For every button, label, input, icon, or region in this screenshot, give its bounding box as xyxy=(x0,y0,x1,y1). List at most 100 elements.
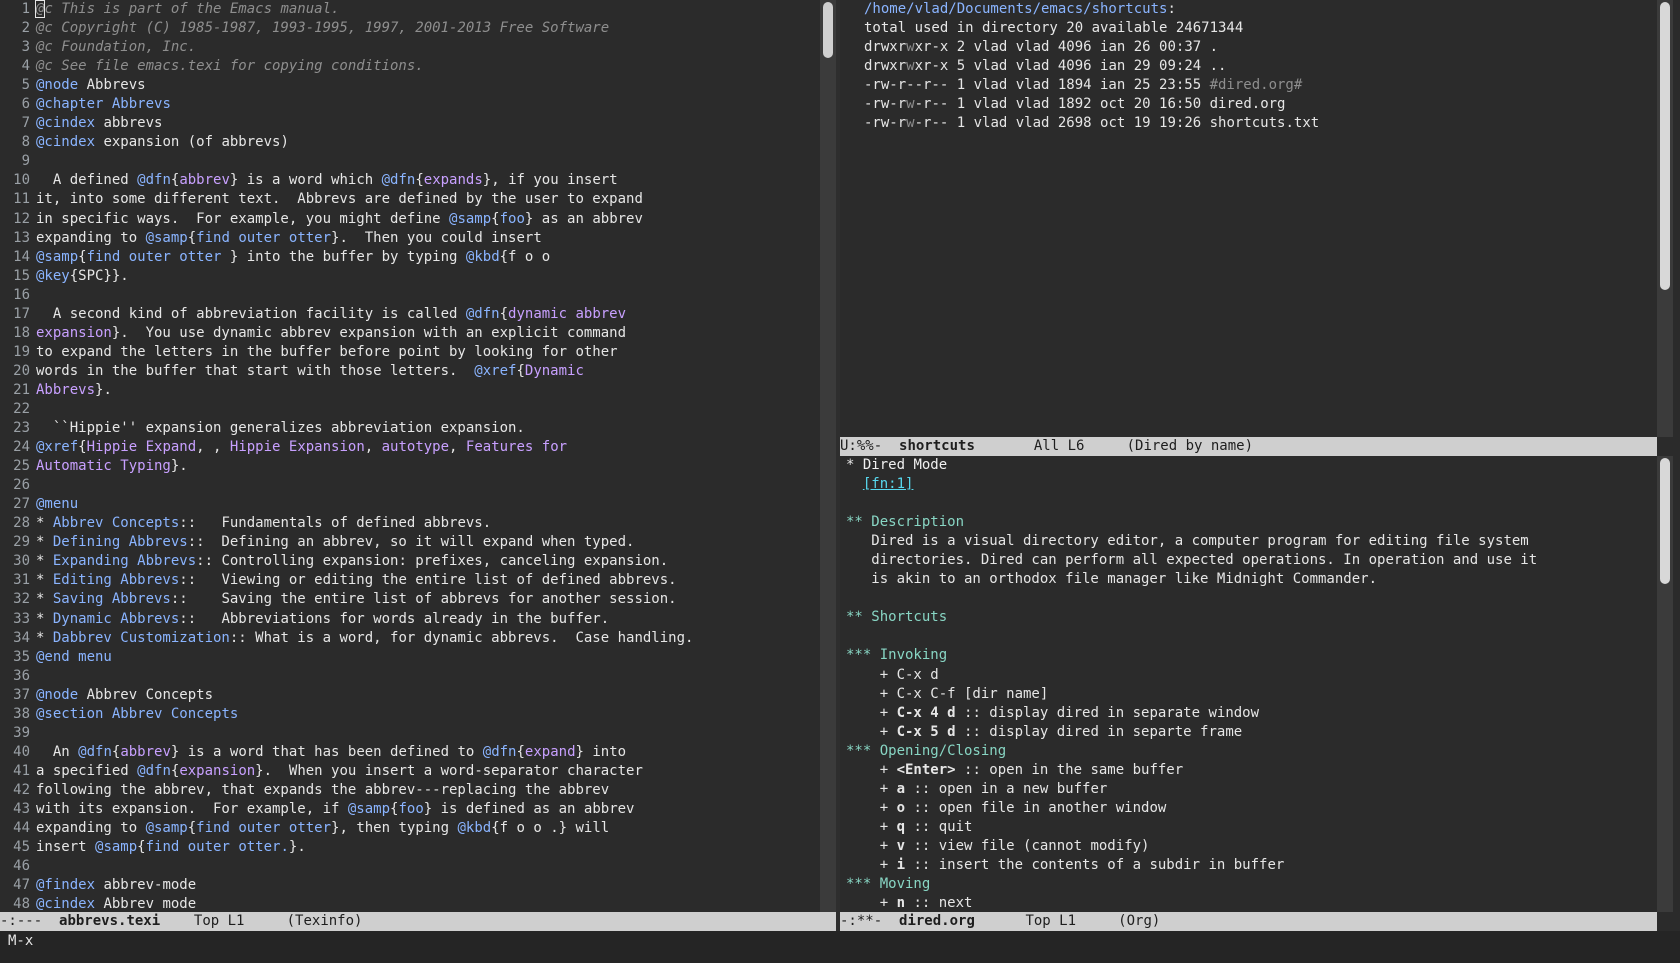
texinfo-line[interactable]: * Dabbrev Customization:: What is a word… xyxy=(36,629,693,648)
texinfo-line[interactable]: @c See file emacs.texi for copying condi… xyxy=(36,57,693,76)
texinfo-line[interactable]: @node Abbrevs xyxy=(36,76,693,95)
org-line[interactable]: [fn:1] xyxy=(846,475,1537,494)
dired-entry[interactable]: drwxrwxr-x 2 vlad vlad 4096 ian 26 00:37… xyxy=(864,38,1319,57)
org-line[interactable] xyxy=(846,627,1537,646)
texinfo-line[interactable]: expanding to @samp{find outer otter}. Th… xyxy=(36,229,693,248)
dired-window[interactable]: /home/vlad/Documents/emacs/shortcuts: tot… xyxy=(840,0,1657,437)
texinfo-line[interactable]: * Expanding Abbrevs:: Controlling expans… xyxy=(36,552,693,571)
mode-line-major-mode[interactable]: (Dired by name) xyxy=(1127,438,1253,454)
texinfo-line[interactable]: @c Foundation, Inc. xyxy=(36,38,693,57)
org-line[interactable]: *** Moving xyxy=(846,875,1537,894)
mode-line-buffer-name[interactable]: abbrevs.texi xyxy=(59,913,160,929)
org-line[interactable]: + v :: view file (cannot modify) xyxy=(846,837,1537,856)
org-line[interactable]: directories. Dired can perform all expec… xyxy=(846,551,1537,570)
texinfo-line[interactable]: * Editing Abbrevs:: Viewing or editing t… xyxy=(36,571,693,590)
mode-line-abbrevs[interactable]: -:--- abbrevs.texi Top L1 (Texinfo) xyxy=(0,912,836,931)
dired-entry[interactable]: -rw-rw-r-- 1 vlad vlad 1892 oct 20 16:50… xyxy=(864,95,1319,114)
org-editor-window[interactable]: * Dired Mode [fn:1] ** Description Dired… xyxy=(840,456,1657,912)
dired-entry[interactable]: /home/vlad/Documents/emacs/shortcuts: xyxy=(864,0,1319,19)
texinfo-line[interactable]: * Saving Abbrevs:: Saving the entire lis… xyxy=(36,590,693,609)
texinfo-line[interactable]: @cindex expansion (of abbrevs) xyxy=(36,133,693,152)
dired-scrollbar-thumb[interactable] xyxy=(1660,2,1670,290)
mode-line-shortcuts[interactable]: U:%%- shortcuts All L6 (Dired by name) xyxy=(840,437,1657,456)
texinfo-line[interactable] xyxy=(36,152,693,171)
texinfo-line[interactable]: @cindex abbrevs xyxy=(36,114,693,133)
texinfo-line[interactable]: Abbrevs}. xyxy=(36,381,693,400)
org-line[interactable]: + C-x 4 d :: display dired in separate w… xyxy=(846,704,1537,723)
org-buffer-text[interactable]: * Dired Mode [fn:1] ** Description Dired… xyxy=(846,456,1537,912)
texinfo-line[interactable]: A second kind of abbreviation facility i… xyxy=(36,305,693,324)
footnote-link[interactable]: [fn:1] xyxy=(863,476,914,492)
texinfo-line[interactable]: @menu xyxy=(36,495,693,514)
dired-entry[interactable]: total used in directory 20 available 246… xyxy=(864,19,1319,38)
texinfo-buffer-text[interactable]: @c This is part of the Emacs manual. @c C… xyxy=(34,0,693,912)
texinfo-line[interactable]: expanding to @samp{find outer otter}, th… xyxy=(36,819,693,838)
org-line[interactable]: + C-x d xyxy=(846,666,1537,685)
texinfo-line[interactable]: it, into some different text. Abbrevs ar… xyxy=(36,190,693,209)
texinfo-line[interactable] xyxy=(36,667,693,686)
texinfo-line[interactable]: Automatic Typing}. xyxy=(36,457,693,476)
texinfo-line[interactable]: @c Copyright (C) 1985-1987, 1993-1995, 1… xyxy=(36,19,693,38)
texinfo-line[interactable]: @section Abbrev Concepts xyxy=(36,705,693,724)
mode-line-dired-org[interactable]: -:**- dired.org Top L1 (Org) xyxy=(840,912,1657,931)
texinfo-line[interactable]: @chapter Abbrevs xyxy=(36,95,693,114)
org-line[interactable]: ** Description xyxy=(846,513,1537,532)
texinfo-line[interactable]: An @dfn{abbrev} is a word that has been … xyxy=(36,743,693,762)
texinfo-line[interactable]: to expand the letters in the buffer befo… xyxy=(36,343,693,362)
texinfo-line[interactable]: @samp{find outer otter } into the buffer… xyxy=(36,248,693,267)
texinfo-line[interactable]: @cindex Abbrev mode xyxy=(36,895,693,912)
texinfo-line[interactable]: words in the buffer that start with thos… xyxy=(36,362,693,381)
org-line[interactable]: + o :: open file in another window xyxy=(846,799,1537,818)
org-scrollbar-thumb[interactable] xyxy=(1660,458,1670,584)
org-line[interactable]: *** Invoking xyxy=(846,646,1537,665)
minibuffer[interactable]: M-x xyxy=(0,931,1680,963)
texinfo-line[interactable]: a specified @dfn{expansion}. When you in… xyxy=(36,762,693,781)
texinfo-line[interactable]: ``Hippie'' expansion generalizes abbrevi… xyxy=(36,419,693,438)
texinfo-line[interactable] xyxy=(36,724,693,743)
texinfo-line[interactable] xyxy=(36,286,693,305)
dired-entry[interactable]: drwxrwxr-x 5 vlad vlad 4096 ian 29 09:24… xyxy=(864,57,1319,76)
texinfo-line[interactable] xyxy=(36,400,693,419)
texinfo-line[interactable] xyxy=(36,857,693,876)
texinfo-line[interactable] xyxy=(36,476,693,495)
texinfo-line[interactable]: following the abbrev, that expands the a… xyxy=(36,781,693,800)
texinfo-line[interactable]: * Dynamic Abbrevs:: Abbreviations for wo… xyxy=(36,610,693,629)
org-line[interactable]: + n :: next xyxy=(846,894,1537,912)
mode-line-buffer-name[interactable]: dired.org xyxy=(899,913,975,929)
org-line[interactable]: + <Enter> :: open in the same buffer xyxy=(846,761,1537,780)
org-line[interactable]: + q :: quit xyxy=(846,818,1537,837)
texinfo-line[interactable]: @key{SPC}}. xyxy=(36,267,693,286)
dired-entry[interactable]: -rw-rw-r-- 1 vlad vlad 2698 oct 19 19:26… xyxy=(864,114,1319,133)
org-line[interactable]: + C-x 5 d :: display dired in separte fr… xyxy=(846,723,1537,742)
dired-entry[interactable]: -rw-r--r-- 1 vlad vlad 1894 ian 25 23:55… xyxy=(864,76,1319,95)
texinfo-line[interactable]: @findex abbrev-mode xyxy=(36,876,693,895)
texinfo-line[interactable]: @end menu xyxy=(36,648,693,667)
org-line[interactable]: + a :: open in a new buffer xyxy=(846,780,1537,799)
texinfo-editor-window[interactable]: 1 2 3 4 5 6 7 8 9 10 11 12 13 14 15 16 17 18 19 20 21 22 23 24 2… xyxy=(0,0,820,912)
texinfo-line[interactable]: * Defining Abbrevs:: Defining an abbrev,… xyxy=(36,533,693,552)
mode-line-buffer-name[interactable]: shortcuts xyxy=(899,438,975,454)
texinfo-line[interactable]: * Abbrev Concepts:: Fundamentals of defi… xyxy=(36,514,693,533)
texinfo-line[interactable]: expansion}. You use dynamic abbrev expan… xyxy=(36,324,693,343)
dired-listing[interactable]: /home/vlad/Documents/emacs/shortcuts: tot… xyxy=(864,0,1319,133)
texinfo-line[interactable]: @xref{Hippie Expand, , Hippie Expansion,… xyxy=(36,438,693,457)
mode-line-major-mode[interactable]: (Texinfo) xyxy=(287,913,363,929)
texinfo-line[interactable]: insert @samp{find outer otter.}. xyxy=(36,838,693,857)
org-line[interactable] xyxy=(846,589,1537,608)
texinfo-line[interactable]: @c This is part of the Emacs manual. xyxy=(34,0,693,19)
left-scrollbar-thumb[interactable] xyxy=(823,2,833,58)
minibuffer-prompt[interactable]: M-x xyxy=(8,933,33,949)
org-line[interactable]: * Dired Mode xyxy=(846,456,1537,475)
org-line[interactable]: *** Opening/Closing xyxy=(846,742,1537,761)
org-line[interactable]: + C-x C-f [dir name] xyxy=(846,685,1537,704)
texinfo-line[interactable]: with its expansion. For example, if @sam… xyxy=(36,800,693,819)
org-line[interactable]: ** Shortcuts xyxy=(846,608,1537,627)
left-scrollbar[interactable] xyxy=(820,0,836,912)
texinfo-line[interactable]: in specific ways. For example, you might… xyxy=(36,210,693,229)
org-line[interactable] xyxy=(846,494,1537,513)
texinfo-line[interactable]: @node Abbrev Concepts xyxy=(36,686,693,705)
texinfo-line[interactable]: A defined @dfn{abbrev} is a word which @… xyxy=(36,171,693,190)
org-line[interactable]: is akin to an orthodox file manager like… xyxy=(846,570,1537,589)
org-line[interactable]: Dired is a visual directory editor, a co… xyxy=(846,532,1537,551)
mode-line-major-mode[interactable]: (Org) xyxy=(1118,913,1160,929)
